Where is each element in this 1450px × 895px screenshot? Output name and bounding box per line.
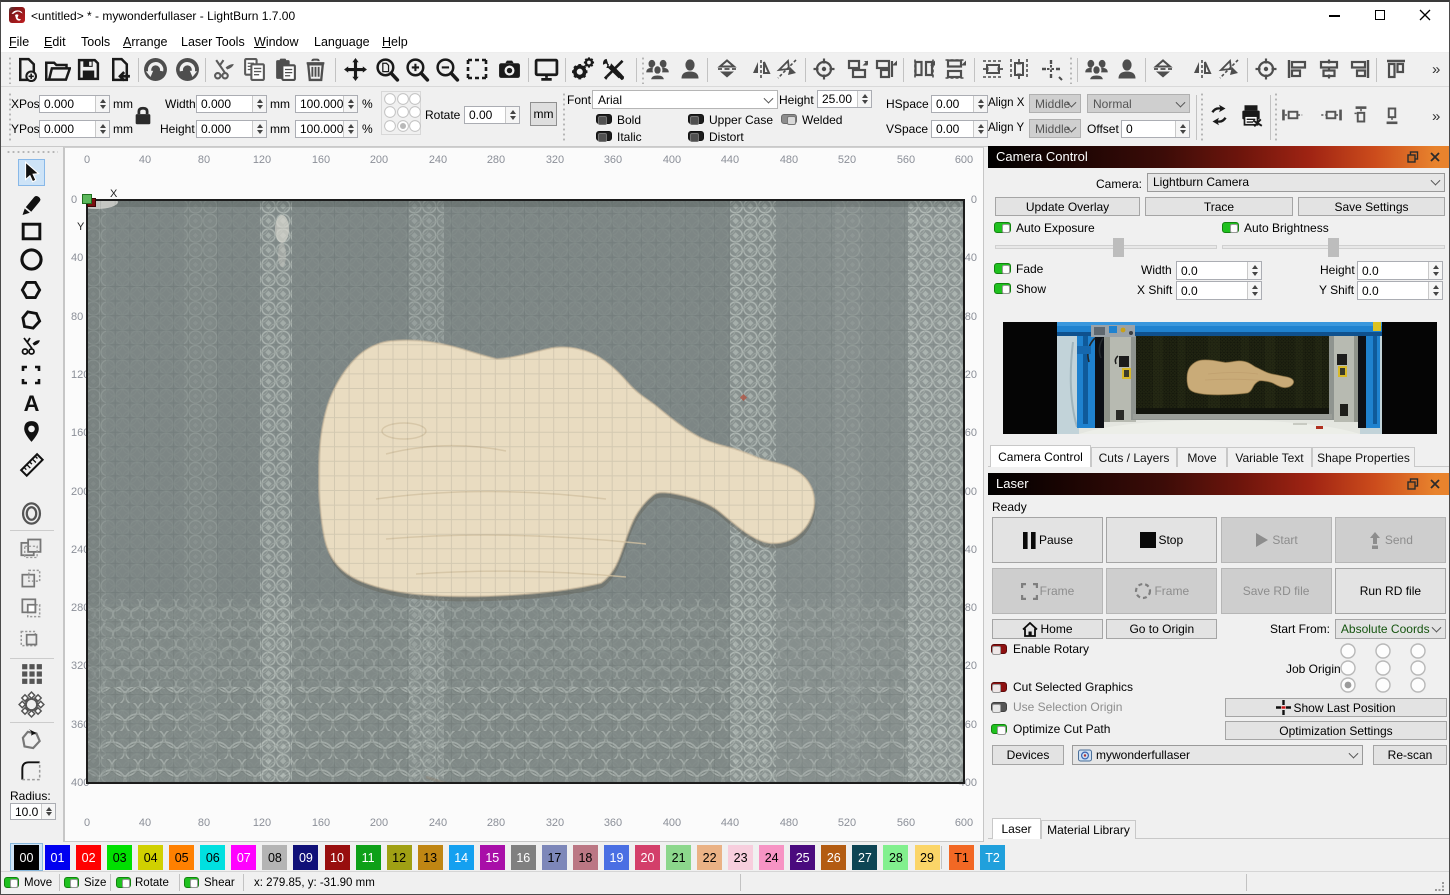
svg-text:A: A [23,391,39,416]
